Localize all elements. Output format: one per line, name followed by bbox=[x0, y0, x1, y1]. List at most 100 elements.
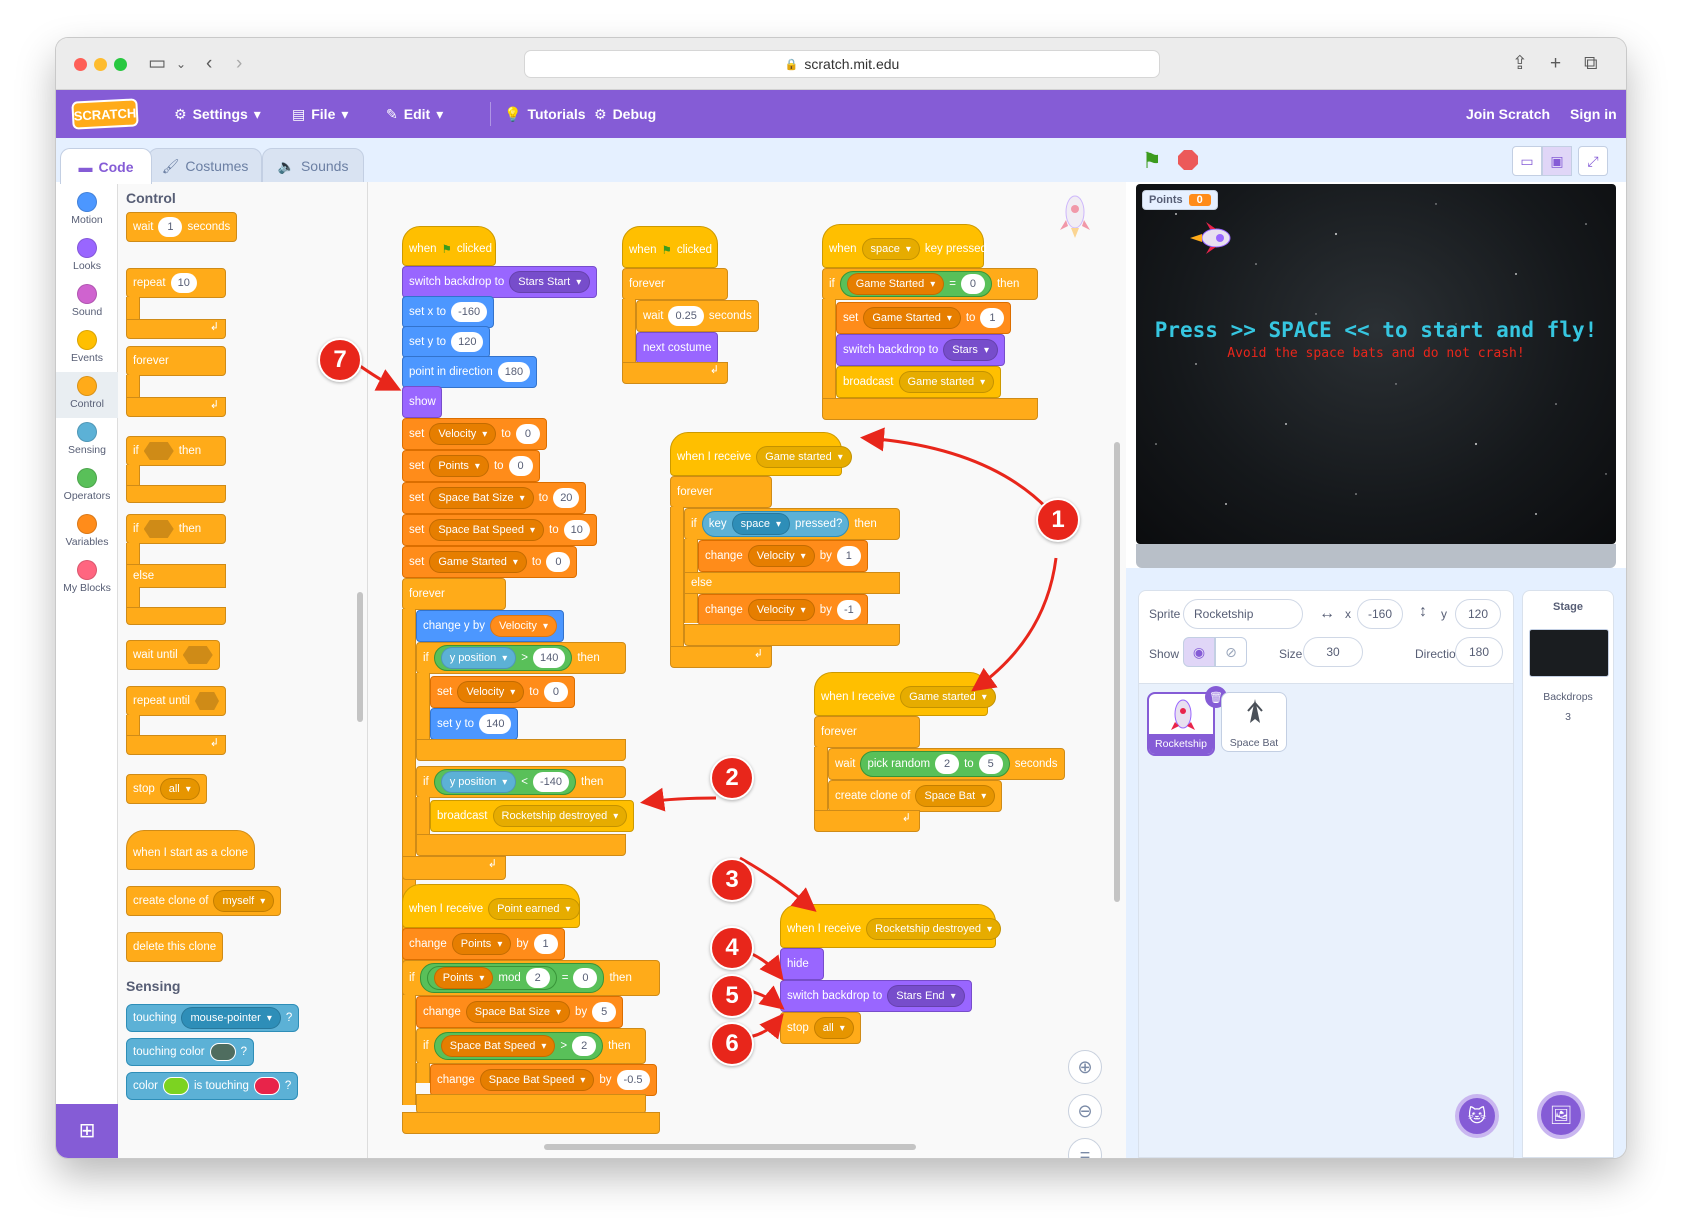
palette-wait-block[interactable]: wait 1 seconds bbox=[126, 212, 238, 242]
wait-random-block[interactable]: wait pick random 2 to 5 seconds bbox=[828, 748, 1065, 780]
broadcast-game-started-block[interactable]: broadcast Game started bbox=[836, 366, 1002, 398]
settings-menu[interactable]: ⚙ Settings ▾ bbox=[174, 90, 261, 138]
switch-backdrop-stars-block[interactable]: switch backdrop to Stars bbox=[836, 334, 1005, 366]
zoom-reset-button[interactable]: = bbox=[1068, 1138, 1102, 1158]
palette-start-clone-block[interactable]: when I start as a clone bbox=[126, 830, 256, 870]
when-receive-destroyed-hat[interactable]: when I receive Rocketship destroyed bbox=[780, 904, 1001, 948]
zoom-out-button[interactable]: ⊖ bbox=[1068, 1094, 1102, 1128]
zoom-window-button[interactable] bbox=[114, 58, 127, 71]
forever-block-2[interactable]: forever bbox=[622, 268, 728, 300]
set-velocity-zero-block[interactable]: setVelocityto0 bbox=[430, 676, 575, 708]
tab-code[interactable]: ▬ Code bbox=[60, 148, 152, 184]
palette-stop-block[interactable]: stop all bbox=[126, 774, 207, 804]
category-motion[interactable]: Motion bbox=[56, 188, 118, 234]
set-y-140-block[interactable]: set y to 140 bbox=[430, 708, 519, 740]
palette-forever-block[interactable]: forever bbox=[126, 346, 226, 376]
forever-block-1[interactable]: forever bbox=[402, 578, 506, 610]
if-bat-speed-block[interactable]: ifSpace Bat Speed>2then bbox=[416, 1028, 646, 1064]
palette-if-block[interactable]: if then bbox=[126, 436, 226, 466]
if-y-above-block[interactable]: ify position>140then bbox=[416, 642, 626, 674]
points-monitor[interactable]: Points 0 bbox=[1142, 190, 1218, 210]
chevron-down-icon[interactable]: ⌄ bbox=[176, 52, 186, 76]
if-game-not-started-block[interactable]: ifGame Started=0then bbox=[822, 268, 1038, 300]
set-velocity-block[interactable]: setVelocityto0 bbox=[402, 418, 547, 450]
palette-delete-clone-block[interactable]: delete this clone bbox=[126, 932, 224, 962]
set-x-block[interactable]: set x to -160 bbox=[402, 296, 495, 328]
set-game-started-block[interactable]: setGame Startedto0 bbox=[402, 546, 578, 578]
tab-overview-icon[interactable]: ⧉ bbox=[1584, 52, 1598, 76]
close-window-button[interactable] bbox=[74, 58, 87, 71]
category-looks[interactable]: Looks bbox=[56, 234, 118, 280]
palette-touching-block[interactable]: touchingmouse-pointer? bbox=[126, 1004, 300, 1032]
category-sound[interactable]: Sound bbox=[56, 280, 118, 326]
green-flag-button[interactable]: ⚑ bbox=[1142, 148, 1162, 174]
workspace-v-scrollbar[interactable] bbox=[1114, 442, 1120, 902]
if-space-pressed-block[interactable]: ifkeyspacepressed?then bbox=[684, 508, 900, 540]
if-y-below-block[interactable]: ify position<-140then bbox=[416, 766, 626, 798]
stage-target-panel[interactable]: Stage Backdrops 3 🖼 bbox=[1522, 590, 1614, 1158]
join-scratch-link[interactable]: Join Scratch bbox=[1466, 90, 1550, 138]
new-tab-icon[interactable]: + bbox=[1550, 52, 1561, 76]
minimize-window-button[interactable] bbox=[94, 58, 107, 71]
tab-costumes[interactable]: 🖌 Costumes bbox=[148, 148, 262, 184]
category-control[interactable]: Control bbox=[56, 372, 118, 418]
category-operators[interactable]: Operators bbox=[56, 464, 118, 510]
forever-block-5[interactable]: forever bbox=[814, 716, 920, 748]
sprite-y-input[interactable]: 120 bbox=[1455, 599, 1501, 629]
small-stage-button[interactable]: ▭ bbox=[1512, 146, 1542, 176]
when-receive-game-started-hat-2[interactable]: when I receive Game started bbox=[814, 672, 996, 716]
fullscreen-button[interactable]: ⤢ bbox=[1578, 146, 1608, 176]
set-bat-size-block[interactable]: setSpace Bat Sizeto20 bbox=[402, 482, 587, 514]
change-velocity-up-block[interactable]: changeVelocityby1 bbox=[698, 540, 868, 572]
when-receive-game-started-hat-1[interactable]: when I receive Game started bbox=[670, 432, 852, 476]
hide-block[interactable]: hide bbox=[780, 948, 824, 980]
palette-wait-until-block[interactable]: wait until bbox=[126, 640, 220, 670]
wait-025-block[interactable]: wait 0.25 seconds bbox=[636, 300, 759, 332]
stage-thumbnail[interactable] bbox=[1529, 629, 1609, 677]
back-icon[interactable]: ‹ bbox=[206, 52, 212, 76]
palette-create-clone-block[interactable]: create clone of myself bbox=[126, 886, 282, 916]
switch-backdrop-block[interactable]: switch backdrop to Stars Start bbox=[402, 266, 598, 298]
rocketship-sprite[interactable] bbox=[1186, 220, 1236, 256]
sprite-size-input[interactable]: 30 bbox=[1303, 637, 1363, 667]
sprite-x-input[interactable]: -160 bbox=[1357, 599, 1403, 629]
stop-sign-button[interactable] bbox=[1178, 150, 1198, 170]
next-costume-block[interactable]: next costume bbox=[636, 332, 719, 364]
category-sensing[interactable]: Sensing bbox=[56, 418, 118, 464]
category-my-blocks[interactable]: My Blocks bbox=[56, 556, 118, 602]
when-receive-point-earned-hat[interactable]: when I receive Point earned bbox=[402, 884, 580, 928]
file-menu[interactable]: ▤ File ▾ bbox=[292, 90, 348, 138]
stage-canvas[interactable]: Points 0 Press >> SPACE << to start and … bbox=[1136, 184, 1616, 544]
change-velocity-down-block[interactable]: changeVelocityby-1 bbox=[698, 594, 868, 626]
if-points-mod-block[interactable]: ifPointsmod2=0then bbox=[402, 960, 660, 996]
stop-all-block[interactable]: stop all bbox=[780, 1012, 861, 1044]
set-bat-speed-block[interactable]: setSpace Bat Speedto10 bbox=[402, 514, 597, 546]
forever-block-4[interactable]: forever bbox=[670, 476, 772, 508]
show-block[interactable]: show bbox=[402, 386, 442, 418]
sign-in-link[interactable]: Sign in bbox=[1570, 90, 1617, 138]
palette-if-else-block[interactable]: if then bbox=[126, 514, 226, 544]
sprite-name-input[interactable]: Rocketship bbox=[1183, 599, 1303, 629]
debug-button[interactable]: ⚙ Debug bbox=[594, 90, 656, 138]
when-flag-clicked-hat-2[interactable]: when ⚑ clicked bbox=[622, 226, 718, 268]
show-eye-icon[interactable]: ◉ bbox=[1183, 637, 1215, 667]
category-events[interactable]: Events bbox=[56, 326, 118, 372]
category-variables[interactable]: Variables bbox=[56, 510, 118, 556]
palette-color-touching-block[interactable]: color is touching? bbox=[126, 1072, 299, 1100]
choose-sprite-button[interactable]: 🐱 bbox=[1455, 1094, 1499, 1138]
zoom-in-button[interactable]: ⊕ bbox=[1068, 1050, 1102, 1084]
workspace-h-scrollbar[interactable] bbox=[544, 1144, 916, 1150]
change-bat-speed-block[interactable]: changeSpace Bat Speedby-0.5 bbox=[430, 1064, 657, 1096]
scratch-logo[interactable]: SCRATCH bbox=[71, 98, 139, 130]
sprite-direction-input[interactable]: 180 bbox=[1455, 637, 1503, 667]
large-stage-button[interactable]: ▣ bbox=[1542, 146, 1572, 176]
palette-touching-color-block[interactable]: touching color? bbox=[126, 1038, 255, 1066]
switch-backdrop-stars-end-block[interactable]: switch backdrop to Stars End bbox=[780, 980, 972, 1012]
point-in-direction-block[interactable]: point in direction 180 bbox=[402, 356, 538, 388]
hide-eye-icon[interactable]: ⊘ bbox=[1215, 637, 1247, 667]
when-space-pressed-hat[interactable]: whenspacekey pressed bbox=[822, 224, 987, 268]
change-y-block[interactable]: change y by Velocity bbox=[416, 610, 564, 642]
tutorials-button[interactable]: 💡 Tutorials bbox=[504, 90, 586, 138]
palette-repeat-block[interactable]: repeat 10 bbox=[126, 268, 226, 298]
set-game-started-one-block[interactable]: setGame Startedto1 bbox=[836, 302, 1012, 334]
